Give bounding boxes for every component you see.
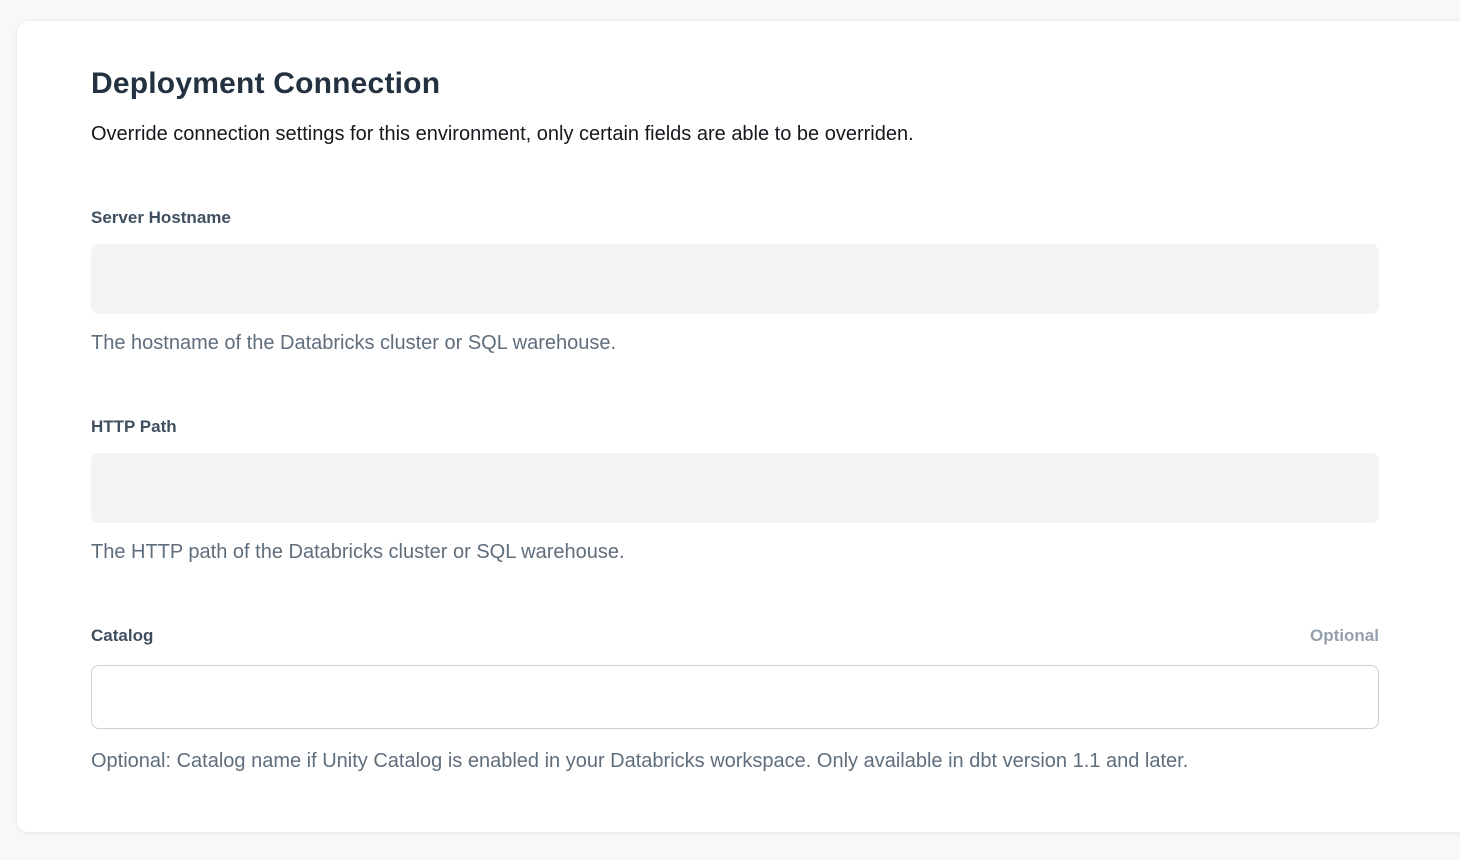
http-path-label-row: HTTP Path (91, 416, 1379, 438)
catalog-help-text: Optional: Catalog name if Unity Catalog … (91, 748, 1379, 775)
page-title: Deployment Connection (91, 65, 1379, 103)
http-path-label: HTTP Path (91, 416, 177, 438)
http-path-help-text: The HTTP path of the Databricks cluster … (91, 539, 1379, 566)
catalog-label-row: Catalog Optional (91, 625, 1379, 647)
server-hostname-help-text: The hostname of the Databricks cluster o… (91, 330, 1379, 357)
http-path-field-group: HTTP Path The HTTP path of the Databrick… (91, 416, 1379, 566)
catalog-input[interactable] (91, 665, 1379, 729)
catalog-label: Catalog (91, 625, 153, 647)
card-content: Deployment Connection Override connectio… (91, 21, 1379, 775)
http-path-input (91, 453, 1379, 523)
catalog-optional-badge: Optional (1310, 625, 1379, 647)
catalog-field-group: Catalog Optional Optional: Catalog name … (91, 625, 1379, 775)
deployment-connection-card: Deployment Connection Override connectio… (16, 20, 1460, 833)
server-hostname-label: Server Hostname (91, 207, 231, 229)
page-subtitle: Override connection settings for this en… (91, 120, 1379, 148)
server-hostname-input (91, 244, 1379, 314)
server-hostname-field-group: Server Hostname The hostname of the Data… (91, 207, 1379, 357)
server-hostname-label-row: Server Hostname (91, 207, 1379, 229)
